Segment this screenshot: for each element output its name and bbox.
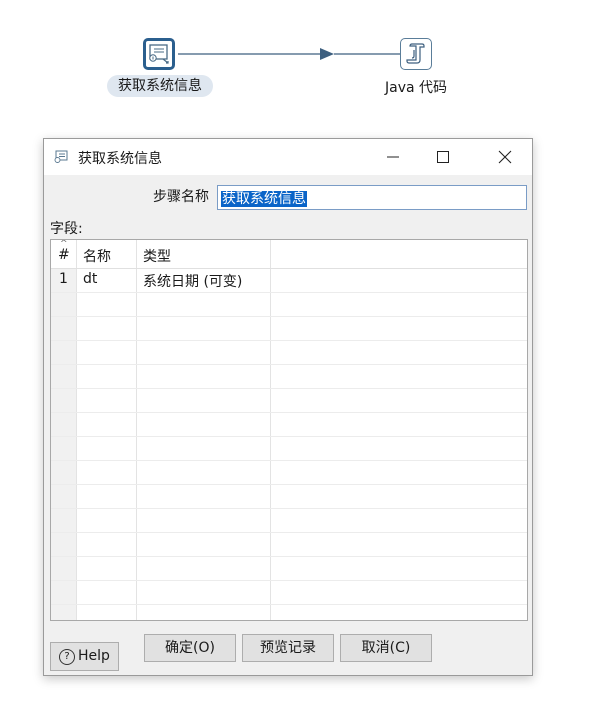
table-row[interactable]: 1 dt 系统日期 (可变) (51, 268, 527, 293)
fields-table[interactable]: ^ # 名称 类型 1 dt 系统日期 (可变) (50, 239, 528, 621)
preview-button[interactable]: 预览记录 (242, 634, 334, 662)
table-row[interactable] (51, 412, 527, 437)
row-number: 1 (59, 271, 68, 287)
column-header-name[interactable]: 名称 (83, 246, 111, 266)
maximize-button[interactable] (420, 139, 466, 175)
step-label[interactable]: Java 代码 (376, 77, 456, 97)
hop-arrow[interactable] (0, 0, 601, 120)
ok-button[interactable]: 确定(O) (144, 634, 236, 662)
help-label: Help (78, 648, 110, 664)
table-row[interactable] (51, 508, 527, 533)
close-button[interactable] (482, 139, 528, 175)
minimize-button[interactable] (370, 139, 416, 175)
dialog-titlebar[interactable]: 获取系统信息 (44, 139, 532, 175)
field-type-cell[interactable]: 系统日期 (可变) (143, 271, 242, 291)
table-row[interactable] (51, 340, 527, 365)
help-icon: ? (59, 649, 75, 665)
fields-label: 字段: (50, 221, 83, 237)
close-icon (498, 150, 512, 164)
minimize-icon (387, 156, 399, 158)
cancel-button[interactable]: 取消(C) (340, 634, 432, 662)
get-system-info-dialog: 获取系统信息 步骤名称 获取系统信息 字段: ^ # 名称 类型 1 dt 系统… (43, 138, 533, 676)
field-name-cell[interactable]: dt (83, 271, 97, 287)
java-code-step-icon[interactable] (400, 38, 432, 70)
column-header-num[interactable]: # (58, 247, 70, 263)
table-row[interactable] (51, 292, 527, 317)
step-name-value: 获取系统信息 (221, 191, 307, 207)
dialog-title: 获取系统信息 (78, 151, 162, 167)
table-row[interactable] (51, 388, 527, 413)
table-row[interactable] (51, 316, 527, 341)
table-row[interactable] (51, 580, 527, 605)
table-row[interactable] (51, 532, 527, 557)
maximize-icon (437, 151, 449, 163)
table-row[interactable] (51, 364, 527, 389)
table-row[interactable] (51, 556, 527, 581)
column-header-type[interactable]: 类型 (143, 246, 171, 266)
table-row[interactable] (51, 436, 527, 461)
table-row[interactable] (51, 484, 527, 509)
arrow-right-icon (320, 48, 334, 60)
step-name-input[interactable]: 获取系统信息 (217, 185, 527, 210)
help-button[interactable]: ? Help (50, 642, 119, 671)
table-header: ^ # 名称 类型 (51, 240, 527, 269)
step-name-label: 步骤名称 (153, 189, 209, 205)
step-label[interactable]: 获取系统信息 (107, 75, 213, 97)
system-info-icon (54, 150, 68, 163)
transformation-canvas[interactable]: 获取系统信息 Java 代码 (0, 0, 601, 120)
system-info-step-icon[interactable] (143, 38, 175, 70)
table-row[interactable] (51, 460, 527, 485)
